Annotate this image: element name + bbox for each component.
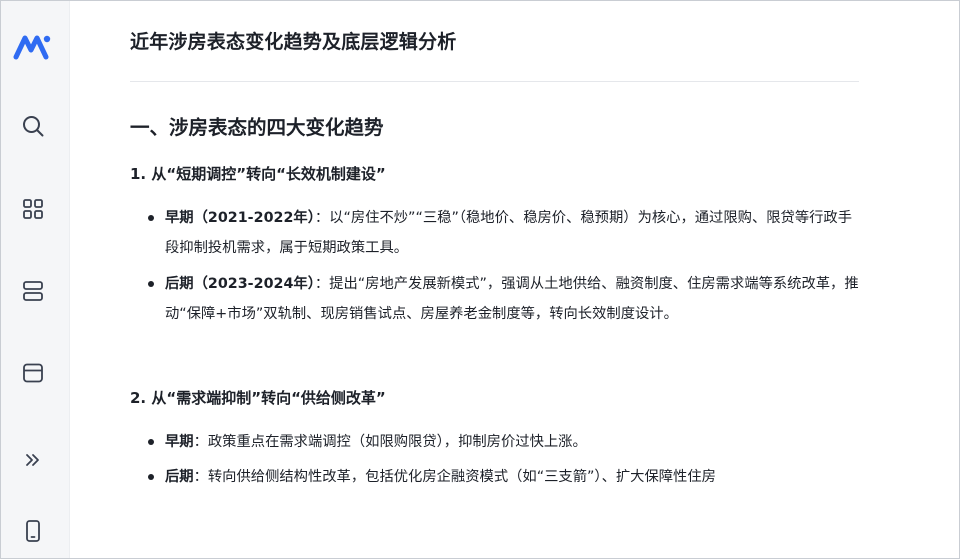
bullet-dot xyxy=(148,474,154,480)
title-divider xyxy=(130,81,859,82)
list-item-text: ：转向供给侧结构性改革，包括优化房企融资模式（如“三支箭”）、扩大保障性住房 xyxy=(193,469,716,485)
mobile-button[interactable] xyxy=(15,513,51,549)
window-button[interactable] xyxy=(15,355,51,391)
search-button[interactable] xyxy=(15,108,51,144)
bullet-dot xyxy=(148,281,154,287)
document-view: 近年涉房表态变化趋势及底层逻辑分析 一、涉房表态的四大变化趋势 1. 从“短期调… xyxy=(70,1,959,558)
chevrons-right-icon xyxy=(26,454,39,466)
brand-logo-icon[interactable] xyxy=(12,32,54,60)
list-item: 后期：转向供给侧结构性改革，包括优化房企融资模式（如“三支箭”）、扩大保障性住房 xyxy=(148,462,865,492)
apps-button[interactable] xyxy=(15,191,51,227)
grid-icon xyxy=(23,199,43,219)
search-icon xyxy=(23,116,44,137)
stack-icon xyxy=(23,281,43,301)
subsection-heading-2: 2. 从“需求端抑制”转向“供给侧改革” xyxy=(130,389,386,407)
list-item-text: ：政策重点在需求端调控（如限购限贷），抑制房价过快上涨。 xyxy=(193,434,587,450)
sidebar xyxy=(1,1,70,558)
stack-button[interactable] xyxy=(15,273,51,309)
list-item-label: 后期（2023-2024年） xyxy=(165,276,315,292)
app-window: 近年涉房表态变化趋势及底层逻辑分析 一、涉房表态的四大变化趋势 1. 从“短期调… xyxy=(0,0,960,559)
list-item-label: 早期 xyxy=(165,434,194,450)
section-heading: 一、涉房表态的四大变化趋势 xyxy=(130,116,384,139)
mobile-icon xyxy=(26,520,40,542)
expand-sidebar-button[interactable] xyxy=(15,442,51,478)
bullet-dot xyxy=(148,439,154,445)
list-item-label: 后期 xyxy=(165,469,194,485)
list-item: 早期（2021-2022年）：以“房住不炒”“三稳”（稳地价、稳房价、稳预期）为… xyxy=(148,203,865,263)
list-item-label: 早期（2021-2022年） xyxy=(165,210,315,226)
list-item: 早期：政策重点在需求端调控（如限购限贷），抑制房价过快上涨。 xyxy=(148,427,865,457)
list-item: 后期（2023-2024年）：提出“房地产发展新模式”，强调从土地供给、融资制度… xyxy=(148,269,865,329)
subsection-heading-1: 1. 从“短期调控”转向“长效机制建设” xyxy=(130,165,386,183)
bullet-dot xyxy=(148,215,154,221)
page-title: 近年涉房表态变化趋势及底层逻辑分析 xyxy=(130,31,457,53)
window-icon xyxy=(23,363,43,383)
